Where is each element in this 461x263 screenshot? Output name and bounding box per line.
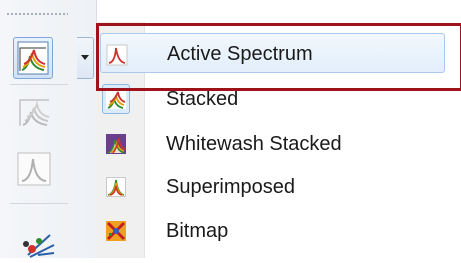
menu-item-whitewash-stacked[interactable]: Whitewash Stacked [100, 124, 445, 164]
single-spectrum-button[interactable] [15, 150, 53, 188]
bitmap-icon [106, 221, 126, 241]
menu-item-label: Stacked [166, 88, 239, 110]
peak-picking-icon [23, 234, 55, 258]
annotation-highlight-box [96, 23, 461, 91]
toolbar-separator [10, 84, 68, 85]
toolbar-grip[interactable] [6, 12, 68, 16]
display-mode-toolbar [0, 0, 97, 258]
display-mode-button[interactable] [13, 37, 53, 79]
peak-tool-button[interactable] [20, 215, 58, 258]
stacked-view-button[interactable] [15, 92, 53, 130]
superimposed-icon [106, 177, 126, 197]
menu-item-label: Whitewash Stacked [166, 133, 342, 155]
whitewash-stacked-icon [106, 134, 126, 154]
stacked-spectra-icon [17, 41, 49, 75]
menu-item-bitmap[interactable]: Bitmap [100, 211, 445, 251]
single-peak-gray-icon [17, 152, 51, 186]
menu-item-superimposed[interactable]: Superimposed [100, 167, 445, 207]
menu-item-label: Bitmap [166, 220, 229, 242]
toolbar-separator [10, 203, 68, 204]
display-mode-dropdown-arrow[interactable] [77, 37, 94, 79]
stacked-gray-icon [19, 99, 50, 126]
menu-item-label: Superimposed [166, 176, 295, 198]
